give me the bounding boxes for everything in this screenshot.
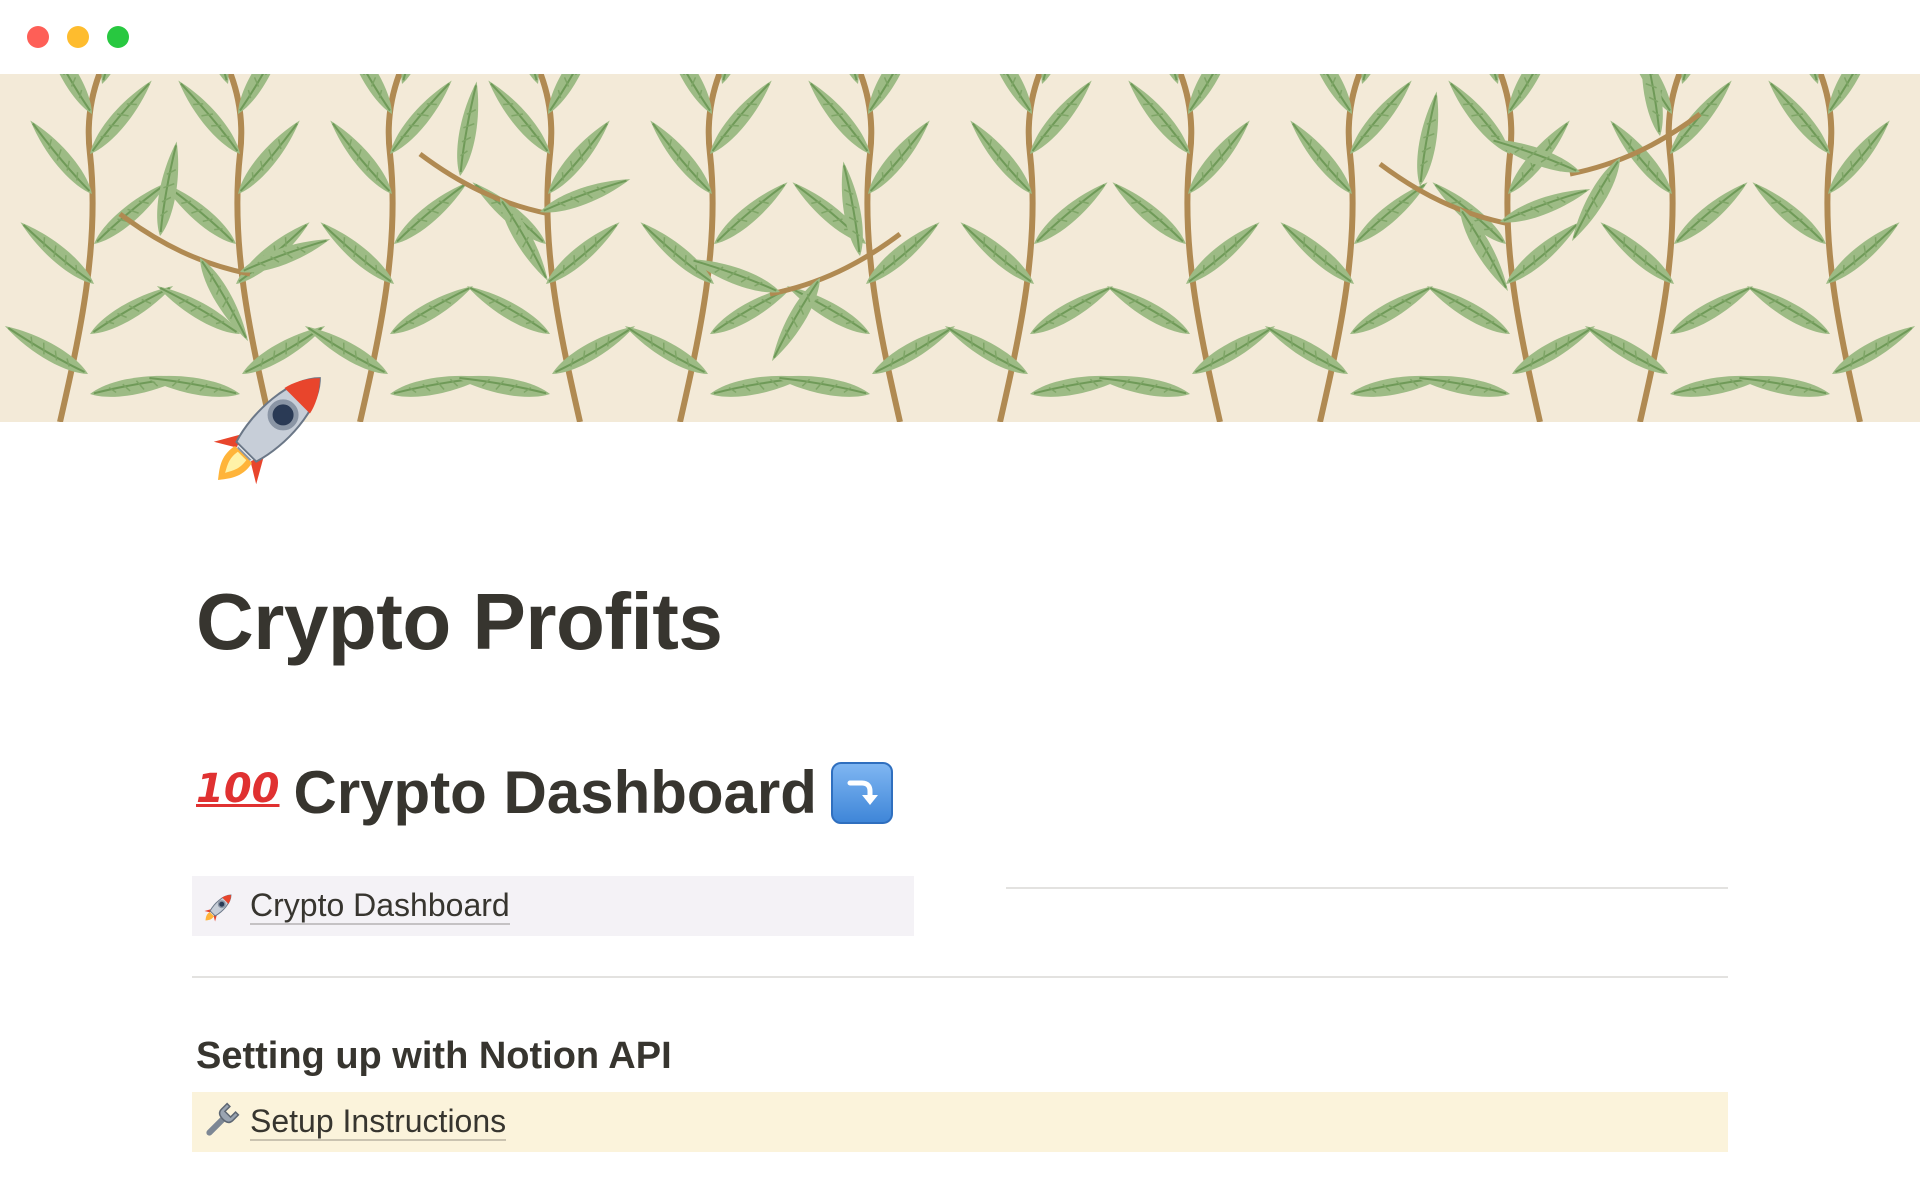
arrow-curving-down-icon — [830, 762, 893, 824]
maximize-window-button[interactable] — [107, 26, 129, 48]
wrench-icon — [200, 1102, 240, 1142]
page-title[interactable]: Crypto Profits — [196, 576, 723, 668]
rocket-icon[interactable] — [196, 342, 356, 502]
setup-section-heading[interactable]: Setting up with Notion API — [196, 1034, 672, 1078]
crypto-dashboard-heading[interactable]: 100 Crypto Dashboard — [196, 758, 893, 828]
setup-instructions-link-label: Setup Instructions — [250, 1103, 507, 1141]
divider — [192, 976, 1728, 978]
hundred-points-icon: 100 — [196, 766, 280, 812]
app-window: Crypto Profits 100 Crypto Dashboard Cryp… — [0, 0, 1920, 1200]
setup-instructions-page-link[interactable]: Setup Instructions — [192, 1092, 1728, 1152]
crypto-dashboard-page-link[interactable]: Crypto Dashboard — [192, 876, 914, 936]
minimize-window-button[interactable] — [67, 26, 89, 48]
crypto-dashboard-link-label: Crypto Dashboard — [250, 887, 510, 925]
title-bar — [0, 0, 1920, 74]
crypto-dashboard-heading-text: Crypto Dashboard — [293, 759, 817, 826]
close-window-button[interactable] — [27, 26, 49, 48]
divider — [1006, 887, 1728, 889]
rocket-icon — [200, 886, 240, 926]
